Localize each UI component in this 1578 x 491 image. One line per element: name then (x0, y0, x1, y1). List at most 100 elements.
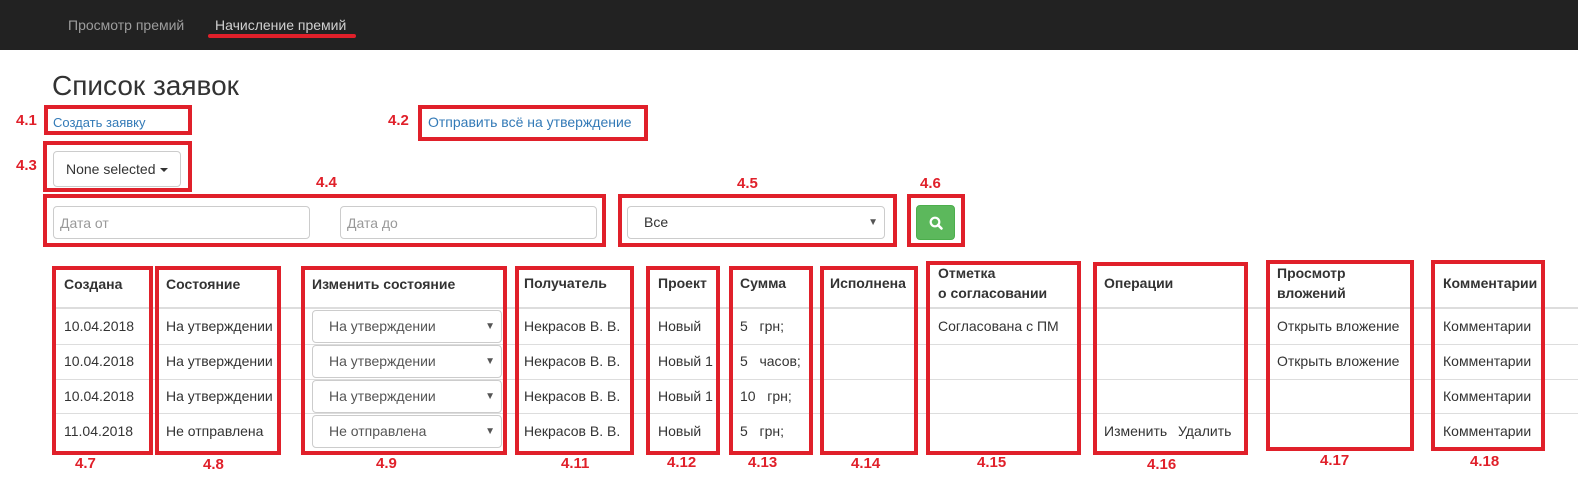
comments-link[interactable]: Комментарии (1443, 421, 1531, 441)
comments-link[interactable]: Комментарии (1443, 316, 1531, 336)
search-button[interactable] (916, 205, 955, 240)
select-arrow-icon: ▼ (485, 321, 495, 332)
column-header-state[interactable]: Состояние (166, 274, 240, 294)
nav-item-view-bonuses[interactable]: Просмотр премий (68, 16, 184, 34)
nav-item-accrue-bonuses[interactable]: Начисление премий (215, 16, 346, 34)
cell-created: 10.04.2018 (64, 388, 135, 404)
select-arrow-icon: ▼ (485, 391, 495, 402)
status-filter-select[interactable]: Все ▼ (627, 206, 885, 239)
column-header-comments[interactable]: Комментарии (1443, 273, 1537, 293)
multiselect-label: None selected (66, 161, 156, 177)
column-header-attachments-line2: вложений (1277, 285, 1346, 301)
cell-recipient: Некрасов В. В. (524, 423, 621, 439)
cell-created: 10.04.2018 (64, 318, 135, 334)
send-all-for-approval-link[interactable]: Отправить всё на утверждение (428, 114, 632, 130)
cell-amount: 10 грн; (740, 386, 792, 406)
column-header-approval-mark-line1: Отметка (938, 265, 996, 281)
column-header-operations[interactable]: Операции (1104, 273, 1173, 293)
comments-link[interactable]: Комментарии (1443, 386, 1531, 406)
cell-project: Новый (658, 318, 702, 334)
column-header-recipient[interactable]: Получатель (524, 273, 607, 293)
amount-value: 5 (740, 353, 748, 369)
change-state-select[interactable]: На утверждении ▼ (312, 345, 502, 378)
cell-state: На утверждении (166, 353, 273, 369)
amount-value: 5 (740, 423, 748, 439)
amount-value: 10 (740, 388, 756, 404)
annotation-label: 4.11 (561, 455, 590, 472)
annotation-label: 4.4 (316, 174, 337, 191)
amount-unit: грн; (759, 318, 784, 334)
date-from-input[interactable] (53, 206, 310, 239)
annotation-label: 4.8 (203, 456, 224, 473)
column-header-amount[interactable]: Сумма (740, 273, 786, 293)
cell-state: На утверждении (166, 318, 273, 334)
row-divider (52, 379, 1578, 380)
amount-unit: часов; (759, 353, 801, 369)
comments-link[interactable]: Комментарии (1443, 351, 1531, 371)
select-arrow-icon: ▼ (485, 356, 495, 367)
annotation-label: 4.2 (388, 112, 409, 129)
select-arrow-icon: ▼ (485, 426, 495, 437)
column-header-created[interactable]: Создана (64, 274, 122, 294)
cell-project: Новый 1 (658, 388, 713, 404)
annotation-label: 4.18 (1470, 453, 1500, 470)
change-state-select[interactable]: Не отправлена ▼ (312, 415, 502, 448)
create-request-link[interactable]: Создать заявку (53, 115, 146, 130)
page-title: Список заявок (52, 70, 239, 101)
annotation-label: 4.16 (1147, 456, 1177, 473)
cell-recipient: Некрасов В. В. (524, 388, 621, 404)
top-navbar: Просмотр премий Начисление премий (0, 0, 1578, 50)
date-to-input[interactable] (340, 206, 597, 239)
column-header-attachments-line1: Просмотр (1277, 265, 1346, 281)
requests-table: Создана Состояние Изменить состояние Пол… (52, 260, 1578, 451)
column-header-project[interactable]: Проект (658, 273, 707, 293)
caret-down-icon (159, 168, 168, 173)
annotation-label: 4.6 (920, 175, 941, 192)
change-state-value: На утверждении (329, 353, 436, 369)
cell-amount: 5 грн; (740, 421, 784, 441)
annotation-label: 4.5 (737, 175, 758, 192)
header-divider (52, 308, 1578, 309)
cell-amount: 5 грн; (740, 316, 784, 336)
delete-link[interactable]: Удалить (1178, 421, 1231, 441)
change-state-value: Не отправлена (329, 423, 427, 439)
open-attachment-link[interactable]: Открыть вложение (1277, 316, 1399, 336)
annotation-label: 4.7 (75, 455, 96, 472)
edit-link[interactable]: Изменить (1104, 421, 1167, 441)
annotation-label: 4.3 (16, 157, 37, 174)
annotation-label: 4.13 (748, 454, 778, 471)
search-icon (929, 216, 943, 230)
annotation-label: 4.1 (16, 112, 37, 129)
cell-recipient: Некрасов В. В. (524, 318, 621, 334)
cell-state: Не отправлена (166, 423, 264, 439)
amount-unit: грн; (759, 423, 784, 439)
open-attachment-link[interactable]: Открыть вложение (1277, 351, 1399, 371)
annotation-label: 4.15 (977, 454, 1007, 471)
column-header-attachments[interactable]: Просмотр вложений (1277, 263, 1346, 303)
annotation-label: 4.14 (851, 455, 881, 472)
cell-project: Новый 1 (658, 353, 713, 369)
amount-unit: грн; (767, 388, 792, 404)
multiselect-dropdown-button[interactable]: None selected (53, 151, 181, 187)
change-state-select[interactable]: На утверждении ▼ (312, 310, 502, 343)
column-header-executed[interactable]: Исполнена (830, 273, 906, 293)
annotation-label: 4.9 (376, 455, 397, 472)
column-header-change-state[interactable]: Изменить состояние (312, 274, 455, 294)
row-divider (52, 413, 1578, 414)
cell-created: 11.04.2018 (64, 423, 134, 439)
cell-project: Новый (658, 423, 702, 439)
amount-value: 5 (740, 318, 748, 334)
cell-approval: Согласована с ПМ (938, 318, 1059, 334)
column-header-approval-mark[interactable]: Отметка о согласовании (938, 263, 1047, 303)
change-state-select[interactable]: На утверждении ▼ (312, 380, 502, 413)
annotation-underline (208, 34, 356, 38)
status-filter-value: Все (644, 214, 669, 230)
cell-amount: 5 часов; (740, 351, 801, 371)
cell-recipient: Некрасов В. В. (524, 353, 621, 369)
column-header-approval-mark-line2: о согласовании (938, 285, 1048, 301)
select-arrow-icon: ▼ (868, 217, 878, 228)
annotation-label: 4.12 (667, 454, 697, 471)
cell-created: 10.04.2018 (64, 353, 135, 369)
cell-state: На утверждении (166, 388, 273, 404)
change-state-value: На утверждении (329, 318, 436, 334)
